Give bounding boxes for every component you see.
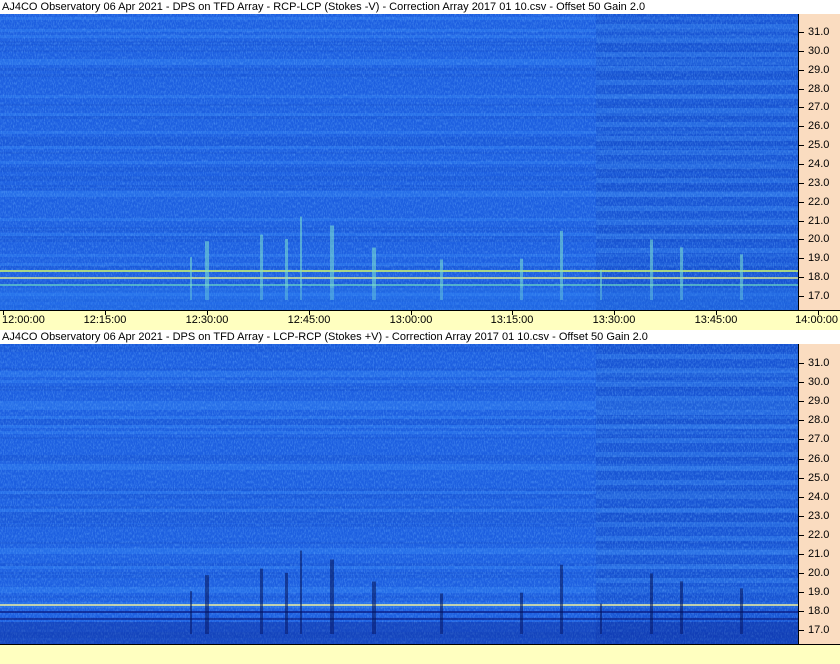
time-tick-label: 13:45:00 [694,314,738,326]
frequency-tick [799,515,804,517]
frequency-axis-lcp-rcp: 31.0 30.0 29.0 28.0 27.0 26.0 25.0 24.0 23.0 22.0… [798,344,840,644]
frequency-tick-label: 27.0 [808,433,830,446]
frequency-tick [799,458,804,460]
frequency-tick [799,201,804,203]
spectrogram-image [0,14,798,310]
frequency-tick [799,50,804,52]
frequency-tick [799,258,804,260]
spectrogram-image [0,344,798,644]
frequency-tick-label: 28.0 [808,414,830,427]
time-tick-label: 12:45:00 [287,314,331,326]
frequency-tick [799,630,804,632]
frequency-tick-label: 30.0 [808,44,830,57]
time-tick-label: 12:00:00 [2,314,45,326]
frequency-tick-label: 29.0 [808,395,830,408]
frequency-tick [799,69,804,71]
frequency-tick-label: 19.0 [808,252,830,265]
time-tick-label: 13:00:00 [389,314,433,326]
frequency-tick [799,401,804,403]
frequency-tick [799,554,804,555]
frequency-tick-label: 21.0 [808,548,830,560]
frequency-tick-label: 22.0 [808,528,830,541]
frequency-axis-rcp-lcp: 31.0 30.0 29.0 28.0 27.0 26.0 25.0 24.0 23.0 22.0… [798,14,840,310]
frequency-tick [799,220,804,222]
frequency-tick-label: 26.0 [808,452,830,465]
frequency-tick [799,439,804,441]
frequency-tick-label: 23.0 [808,176,830,189]
frequency-tick-label: 23.0 [808,509,830,522]
frequency-tick-label: 28.0 [808,82,830,95]
frequency-tick-label: 20.0 [808,567,830,580]
time-tick-label: 12:15:00 [83,314,127,326]
frequency-tick [799,182,804,184]
panel-title-rcp-lcp: AJ4CO Observatory 06 Apr 2021 - DPS on T… [0,0,840,14]
spectrogram-lcp-rcp[interactable] [0,344,798,644]
spectrogram-rcp-lcp[interactable] [0,14,798,310]
frequency-tick-label: 21.0 [808,214,830,227]
frequency-tick [799,534,804,536]
frequency-tick-label: 19.0 [808,586,830,599]
frequency-tick [799,420,804,422]
frequency-tick-label: 18.0 [808,605,830,618]
frequency-tick [799,382,804,384]
frequency-tick-label: 27.0 [808,101,830,114]
panel-title-lcp-rcp: AJ4CO Observatory 06 Apr 2021 - DPS on T… [0,330,840,344]
time-tick-label: 14:00:00 [795,314,838,326]
frequency-tick-label: 29.0 [808,63,830,76]
frequency-tick [799,363,804,364]
frequency-tick-label: 22.0 [808,195,830,208]
frequency-tick-label: 17.0 [808,624,830,637]
frequency-tick [799,496,804,498]
frequency-tick [799,107,804,109]
frequency-tick-label: 26.0 [808,120,830,133]
frequency-tick-label: 17.0 [808,289,830,302]
frequency-tick [799,126,804,128]
time-axis: 12:00:00 12:15:00 12:30:00 12:45:00 13:00:00… [0,310,840,330]
time-tick-label: 12:30:00 [185,314,229,326]
frequency-tick [799,163,804,165]
frequency-tick-label: 25.0 [808,139,830,152]
frequency-tick-label: 24.0 [808,157,830,170]
frequency-tick-label: 24.0 [808,490,830,503]
time-tick-label: 13:15:00 [490,314,534,326]
frequency-tick [799,477,804,479]
time-tick-label: 13:30:00 [592,314,636,326]
frequency-tick [799,573,804,575]
frequency-tick [799,295,804,297]
bottom-time-strip [0,644,840,664]
frequency-tick [799,88,804,90]
frequency-tick [799,592,804,594]
frequency-tick-label: 20.0 [808,233,830,246]
frequency-tick-label: 25.0 [808,471,830,484]
frequency-tick [799,611,804,613]
frequency-tick [799,277,804,279]
frequency-tick [799,239,804,241]
frequency-tick [799,145,804,147]
frequency-tick-label: 31.0 [808,26,830,38]
frequency-tick-label: 31.0 [808,357,830,369]
frequency-tick-label: 30.0 [808,376,830,389]
frequency-tick-label: 18.0 [808,271,830,284]
frequency-tick [799,32,804,33]
